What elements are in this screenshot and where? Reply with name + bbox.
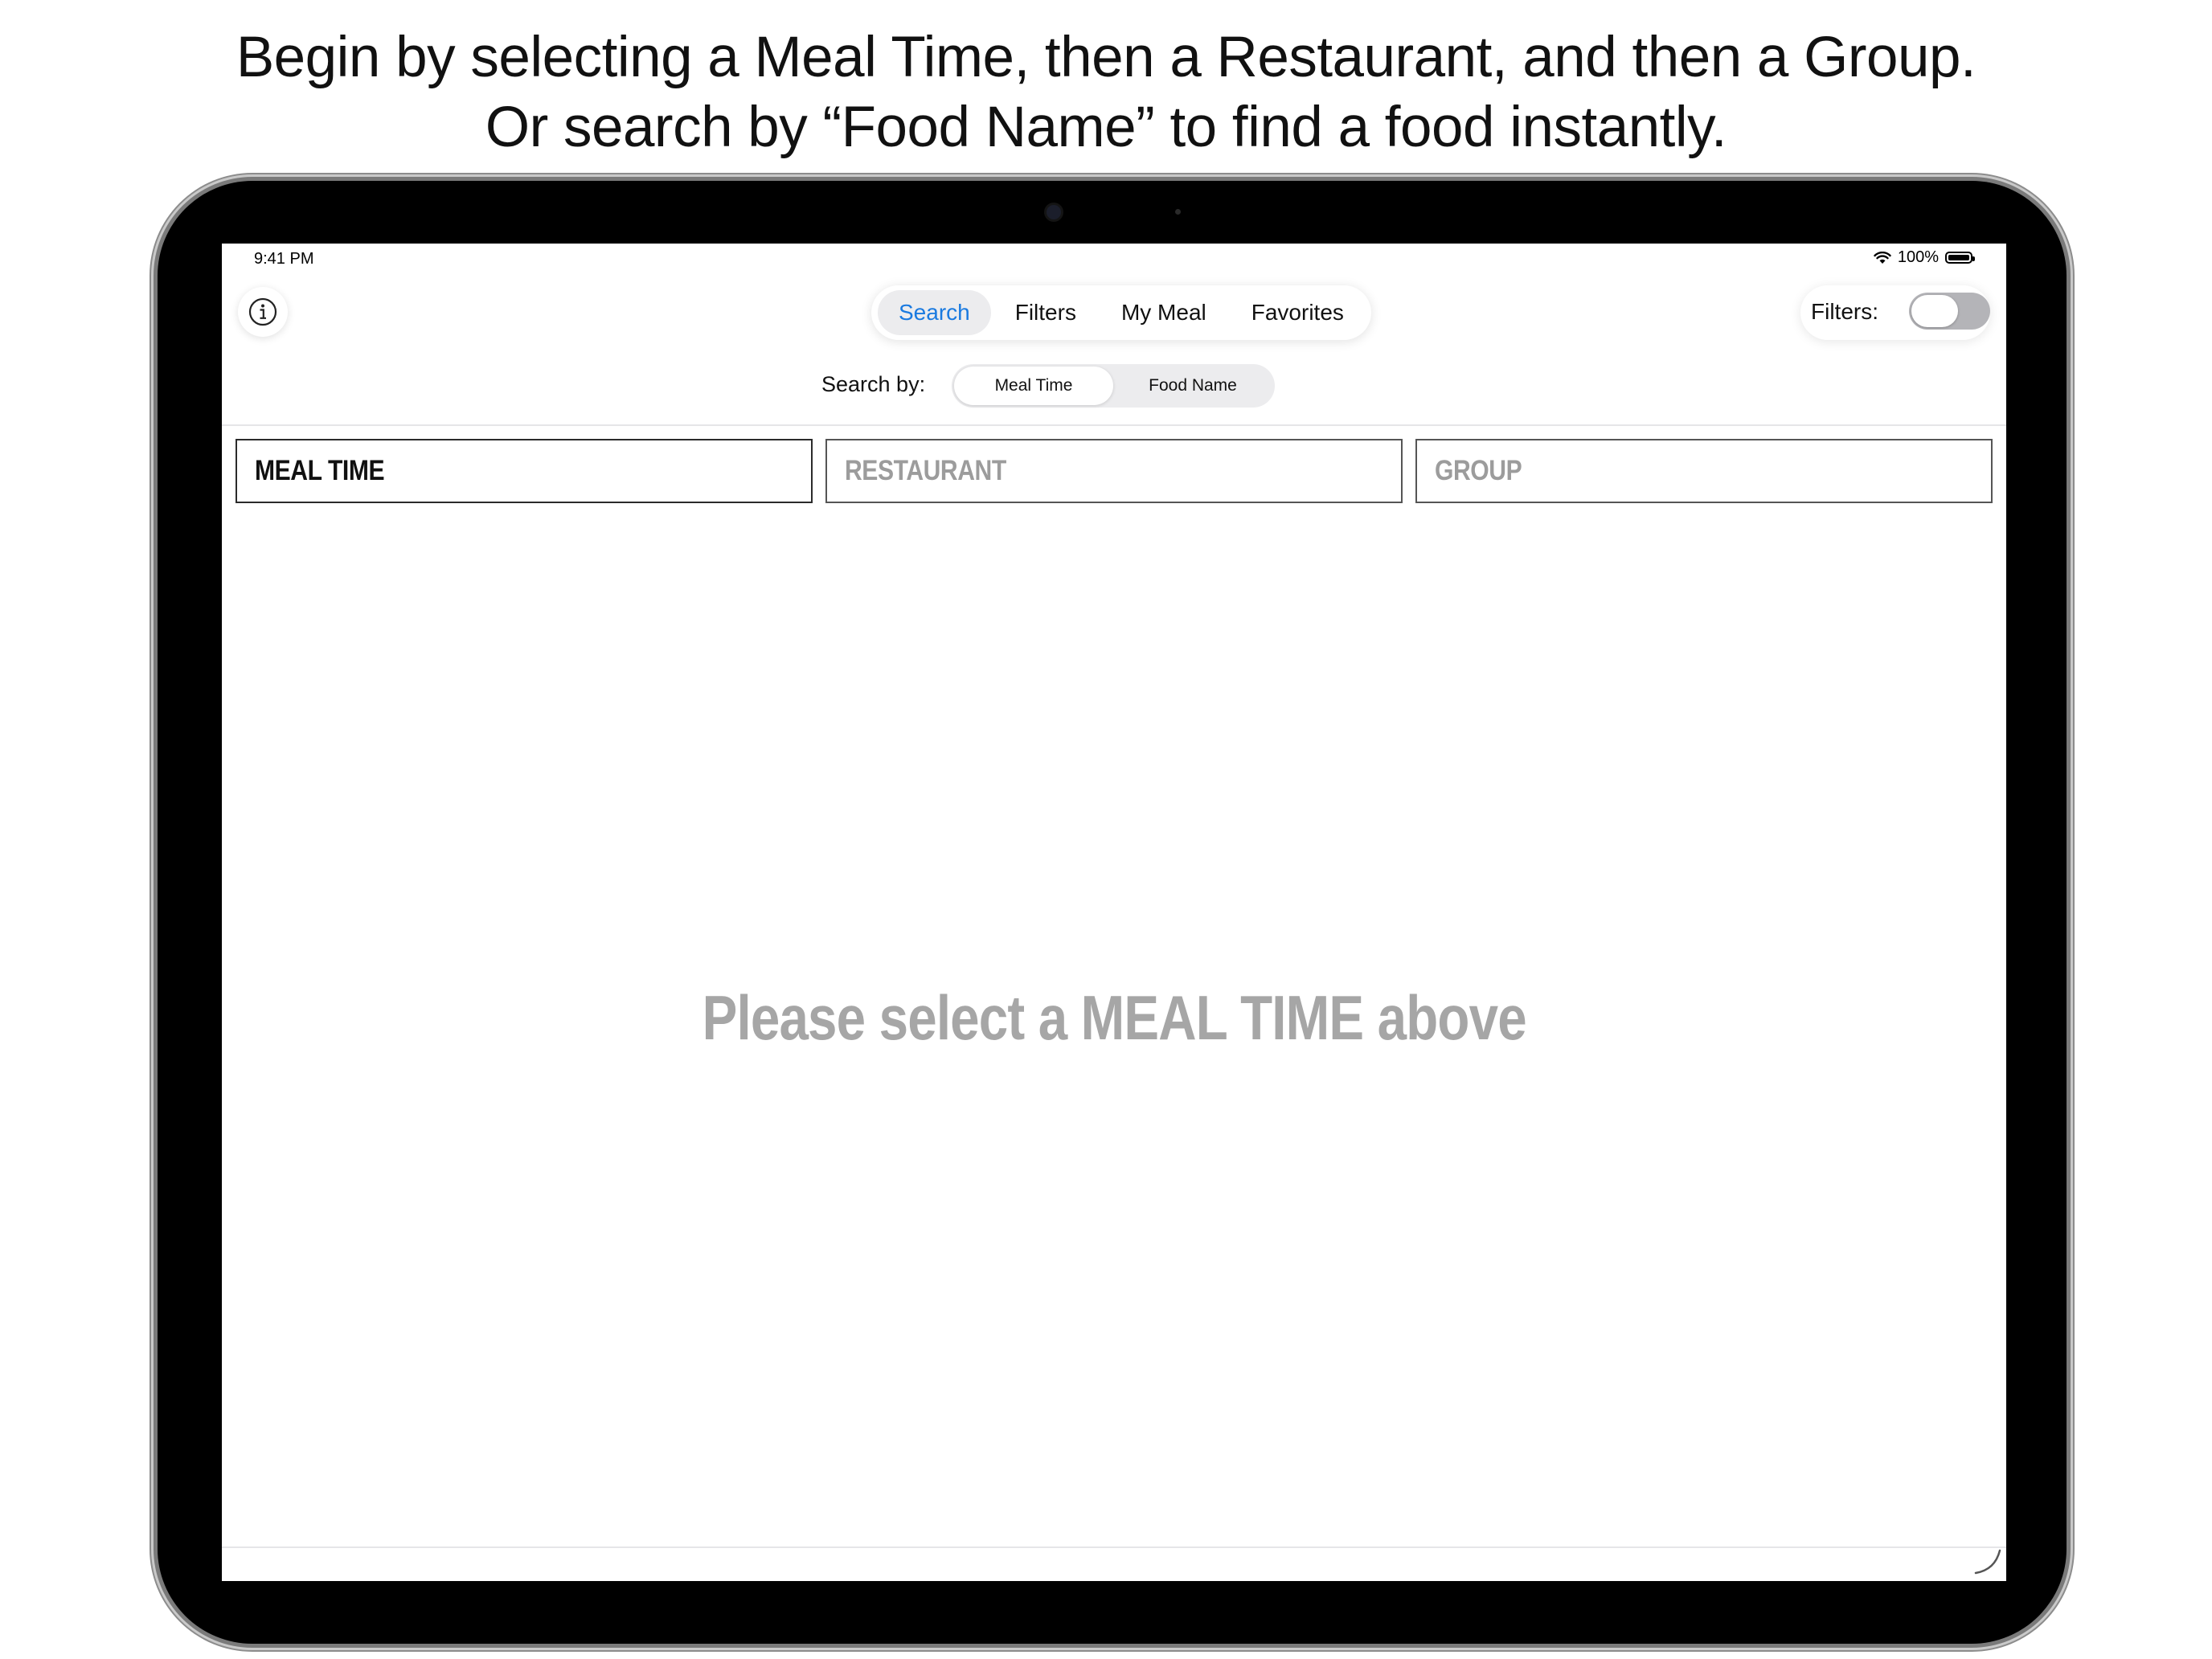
meal-time-selector[interactable]: MEAL TIME <box>236 439 813 503</box>
group-selector[interactable]: GROUP <box>1415 439 1993 503</box>
caption-line-2: Or search by “Food Name” to find a food … <box>485 96 1727 159</box>
info-icon <box>248 297 277 326</box>
tab-search[interactable]: Search <box>878 290 991 335</box>
header-divider <box>222 424 2006 426</box>
main-tab-bar: Search Filters My Meal Favorites <box>871 285 1371 340</box>
tab-filters[interactable]: Filters <box>994 290 1097 335</box>
app-screen: 9:41 PM 100% Search Filters My Meal Favo… <box>222 244 2006 1581</box>
ambient-sensor <box>1175 209 1181 215</box>
front-camera <box>1044 203 1063 222</box>
tab-my-meal[interactable]: My Meal <box>1100 290 1227 335</box>
restaurant-selector-label: RESTAURANT <box>845 455 1006 486</box>
battery-icon <box>1945 252 1975 264</box>
segment-food-name[interactable]: Food Name <box>1113 367 1272 405</box>
meal-time-selector-label: MEAL TIME <box>255 455 385 486</box>
side-button <box>152 265 157 384</box>
tab-favorites[interactable]: Favorites <box>1231 290 1365 335</box>
search-by-segmented-control: Meal Time Food Name <box>952 364 1275 408</box>
footer-divider <box>222 1546 2006 1548</box>
battery-percent: 100% <box>1897 248 1939 266</box>
filters-toggle-label: Filters: <box>1811 299 1878 324</box>
status-time: 9:41 PM <box>254 250 314 268</box>
info-button[interactable] <box>238 287 288 337</box>
empty-state-text: Please select a MEAL TIME above <box>702 982 1526 1053</box>
resize-handle-icon <box>1974 1549 2001 1575</box>
filters-toggle-group: Filters: <box>1800 285 1990 340</box>
toggle-knob <box>1911 295 1958 327</box>
marketing-caption: Begin by selecting a Meal Time, then a R… <box>0 23 2212 162</box>
group-selector-label: GROUP <box>1435 455 1522 486</box>
status-indicators: 100% <box>1874 248 1975 267</box>
empty-state-message: Please select a MEAL TIME above <box>222 981 2006 1055</box>
wifi-icon <box>1874 251 1891 264</box>
battery-level <box>1948 255 1969 260</box>
restaurant-selector[interactable]: RESTAURANT <box>825 439 1403 503</box>
filters-toggle[interactable] <box>1909 293 1990 330</box>
caption-line-1: Begin by selecting a Meal Time, then a R… <box>236 26 1976 89</box>
search-by-label: Search by: <box>821 372 926 396</box>
segment-meal-time[interactable]: Meal Time <box>954 367 1113 405</box>
